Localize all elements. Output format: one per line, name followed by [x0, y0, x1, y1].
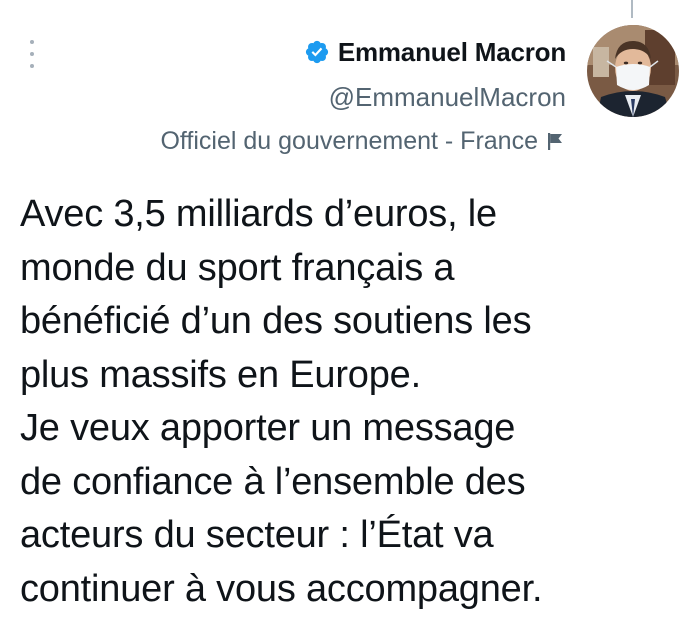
tweet-text-line: acteurs du secteur : l’État va	[20, 514, 494, 556]
tweet-text-line: continuer à vous accompagner.	[20, 567, 543, 610]
avatar-image	[587, 25, 679, 117]
more-vertical-icon[interactable]	[22, 40, 42, 68]
government-label[interactable]: Officiel du gouvernement - France	[160, 124, 566, 158]
tweet-text-line: plus massifs en Europe.	[20, 353, 421, 396]
thread-connector-line	[631, 0, 633, 18]
author-avatar[interactable]	[587, 25, 679, 117]
tweet-text-line: de confiance à l’ensemble des	[20, 460, 526, 503]
author-name-row[interactable]: Emmanuel Macron	[304, 33, 566, 71]
tweet-text-line: Je veux apporter un message	[20, 407, 516, 449]
tweet-text-line: Avec 3,5 milliards d’euros, le	[20, 193, 497, 235]
tweet-author-header: Emmanuel Macron @EmmanuelMacron	[304, 33, 566, 117]
government-label-text: Officiel du gouvernement - France	[160, 126, 538, 155]
verified-badge-icon	[305, 40, 328, 64]
tweet-text-line: bénéficié d’un des soutiens les	[20, 300, 532, 342]
tweet-body: Avec 3,5 milliards d’euros, le monde du …	[20, 188, 680, 616]
author-display-name: Emmanuel Macron	[337, 36, 566, 67]
tweet-text-line: monde du sport français a	[20, 246, 455, 289]
author-handle[interactable]: @EmmanuelMacron	[304, 77, 566, 117]
flag-icon	[548, 133, 562, 150]
